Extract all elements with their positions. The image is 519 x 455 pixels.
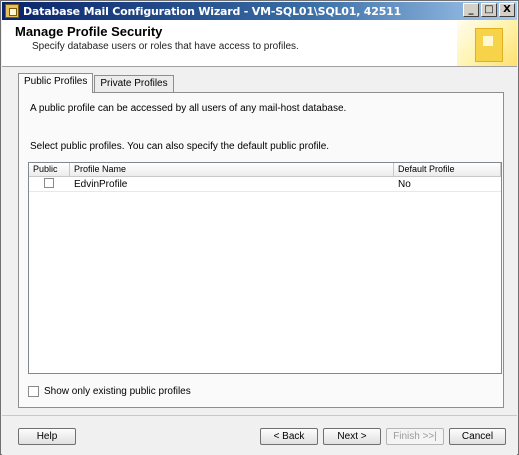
cancel-button[interactable]: Cancel — [449, 428, 506, 445]
column-header-public[interactable]: Public — [29, 163, 70, 176]
wizard-header: Manage Profile Security Specify database… — [2, 20, 517, 67]
wizard-banner-icon — [457, 20, 517, 66]
tab-public-profiles[interactable]: Public Profiles — [18, 73, 94, 93]
wizard-footer: Help < Back Next > Finish >>| Cancel — [2, 415, 517, 455]
show-only-existing-option[interactable]: Show only existing public profiles — [28, 386, 191, 397]
table-row[interactable]: EdvinProfile No — [29, 177, 501, 192]
minimize-button[interactable]: _ — [463, 3, 479, 17]
window-title: Database Mail Configuration Wizard - VM-… — [23, 4, 402, 18]
profile-name-cell: EdvinProfile — [74, 178, 128, 190]
show-only-existing-checkbox[interactable] — [28, 386, 39, 397]
title-bar[interactable]: Database Mail Configuration Wizard - VM-… — [2, 2, 517, 20]
column-header-profile-name[interactable]: Profile Name — [70, 163, 394, 176]
maximize-button[interactable]: □ — [481, 3, 497, 17]
default-profile-cell[interactable]: No — [394, 179, 501, 190]
help-button[interactable]: Help — [18, 428, 76, 445]
finish-button[interactable]: Finish >>| — [386, 428, 444, 445]
tab-strip: Public Profiles Private Profiles — [18, 73, 175, 93]
panel-instruction: Select public profiles. You can also spe… — [30, 141, 330, 152]
page-subtitle: Specify database users or roles that hav… — [32, 41, 299, 52]
next-button[interactable]: Next > — [323, 428, 381, 445]
show-only-existing-label: Show only existing public profiles — [44, 386, 191, 397]
database-mail-icon — [5, 4, 19, 18]
public-profiles-panel: A public profile can be accessed by all … — [18, 92, 504, 408]
column-header-default-profile[interactable]: Default Profile — [394, 163, 501, 176]
back-button[interactable]: < Back — [260, 428, 318, 445]
public-cell — [29, 177, 70, 191]
page-title: Manage Profile Security — [15, 24, 163, 39]
public-checkbox[interactable] — [44, 177, 54, 188]
window-controls: _ □ X — [463, 3, 515, 17]
footer-divider — [2, 415, 517, 416]
panel-description: A public profile can be accessed by all … — [30, 103, 347, 114]
grid-header: Public Profile Name Default Profile — [29, 163, 501, 177]
tab-private-profiles[interactable]: Private Profiles — [94, 75, 174, 92]
close-button[interactable]: X — [499, 3, 515, 17]
profiles-grid[interactable]: Public Profile Name Default Profile Edvi… — [28, 162, 502, 374]
wizard-body: Public Profiles Private Profiles A publi… — [2, 68, 517, 415]
wizard-window: Database Mail Configuration Wizard - VM-… — [0, 0, 519, 455]
